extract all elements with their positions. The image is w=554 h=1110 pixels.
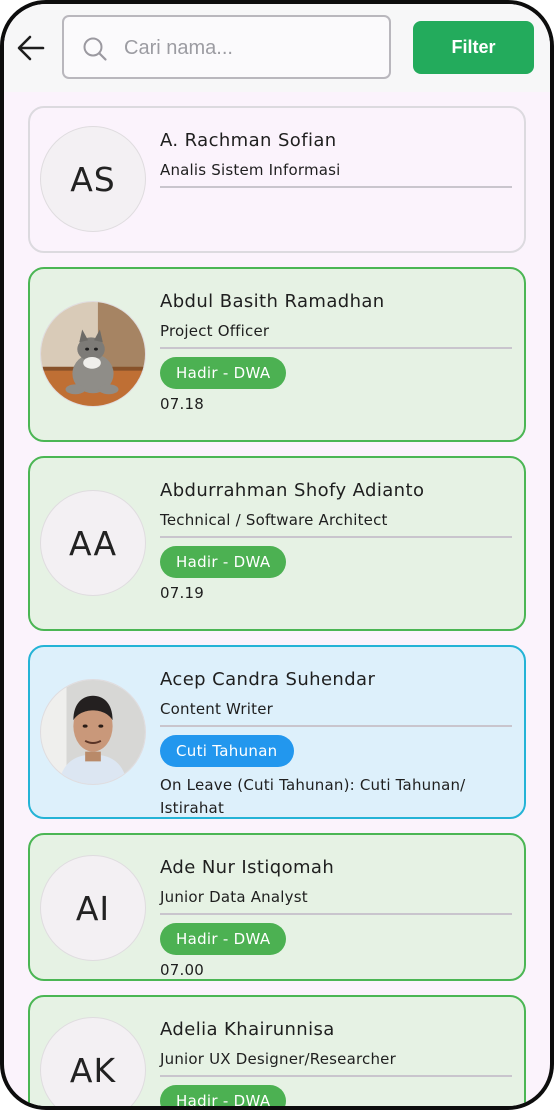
leave-description: On Leave (Cuti Tahunan): Cuti Tahunan/ I… (160, 776, 466, 817)
avatar (40, 679, 146, 785)
employee-role: Project Officer (160, 322, 270, 340)
employee-role: Junior Data Analyst (160, 888, 308, 906)
employee-role: Analis Sistem Informasi (160, 161, 341, 179)
divider (160, 186, 512, 188)
cat-photo-icon (41, 302, 145, 406)
status-badge: Hadir - DWA (160, 357, 287, 389)
employee-name: A. Rachman Sofian (160, 130, 337, 151)
employee-name: Acep Candra Suhendar (160, 669, 376, 690)
status-badge: Hadir - DWA (160, 546, 287, 578)
divider (160, 347, 512, 349)
check-in-time: 07.18 (160, 395, 204, 413)
avatar: AI (40, 855, 146, 961)
search-icon (82, 36, 108, 62)
person-photo-icon (41, 680, 145, 784)
employee-card[interactable]: Acep Candra Suhendar Content Writer Cuti… (28, 645, 526, 819)
employee-name: Abdurrahman Shofy Adianto (160, 480, 425, 501)
app-bar: Filter (4, 4, 550, 92)
employee-list: AS A. Rachman Sofian Analis Sistem Infor… (28, 106, 526, 1106)
employee-role: Technical / Software Architect (160, 511, 388, 529)
status-badge: Hadir - DWA (160, 1085, 287, 1106)
employee-card[interactable]: Abdul Basith Ramadhan Project Officer Ha… (28, 267, 526, 442)
avatar (40, 301, 146, 407)
avatar: AA (40, 490, 146, 596)
check-in-time: 07.19 (160, 584, 204, 602)
search-field[interactable] (62, 15, 391, 79)
arrow-left-icon[interactable] (12, 28, 52, 68)
employee-role: Junior UX Designer/Researcher (160, 1050, 396, 1068)
employee-card[interactable]: AK Adelia Khairunnisa Junior UX Designer… (28, 995, 526, 1106)
divider (160, 536, 512, 538)
phone-frame: Filter AS A. Rachman Sofian Analis Siste… (0, 0, 554, 1110)
employee-card[interactable]: AI Ade Nur Istiqomah Junior Data Analyst… (28, 833, 526, 981)
status-badge: Cuti Tahunan (160, 735, 294, 767)
divider (160, 725, 512, 727)
employee-card[interactable]: AA Abdurrahman Shofy Adianto Technical /… (28, 456, 526, 631)
filter-button[interactable]: Filter (413, 21, 534, 74)
employee-card[interactable]: AS A. Rachman Sofian Analis Sistem Infor… (28, 106, 526, 253)
avatar: AS (40, 126, 146, 232)
employee-name: Abdul Basith Ramadhan (160, 291, 385, 312)
search-input[interactable] (124, 31, 374, 65)
status-badge: Hadir - DWA (160, 923, 287, 955)
avatar: AK (40, 1017, 146, 1106)
employee-name: Ade Nur Istiqomah (160, 857, 335, 878)
divider (160, 913, 512, 915)
check-in-time: 07.00 (160, 961, 204, 979)
employee-role: Content Writer (160, 700, 273, 718)
divider (160, 1075, 512, 1077)
employee-name: Adelia Khairunnisa (160, 1019, 335, 1040)
